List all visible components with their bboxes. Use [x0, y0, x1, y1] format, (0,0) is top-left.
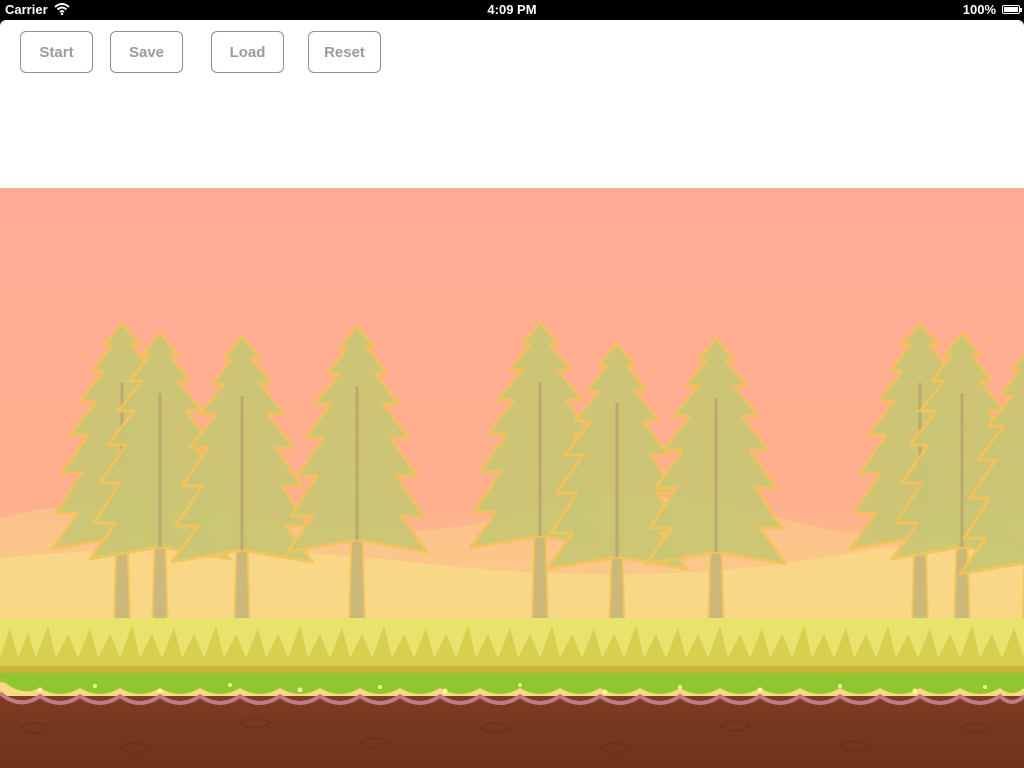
toolbar: Start Save Load Reset: [0, 20, 1024, 188]
battery-icon: [1002, 5, 1022, 14]
battery-percentage: 100%: [962, 2, 996, 17]
forest-background: [0, 188, 1024, 768]
start-button[interactable]: Start: [20, 31, 93, 73]
reset-button[interactable]: Reset: [308, 31, 381, 73]
save-button[interactable]: Save: [110, 31, 183, 73]
game-scene[interactable]: [0, 188, 1024, 768]
load-button[interactable]: Load: [211, 31, 284, 73]
clock: 4:09 PM: [487, 2, 537, 17]
status-bar: Carrier 4:09 PM 100%: [0, 0, 1024, 20]
